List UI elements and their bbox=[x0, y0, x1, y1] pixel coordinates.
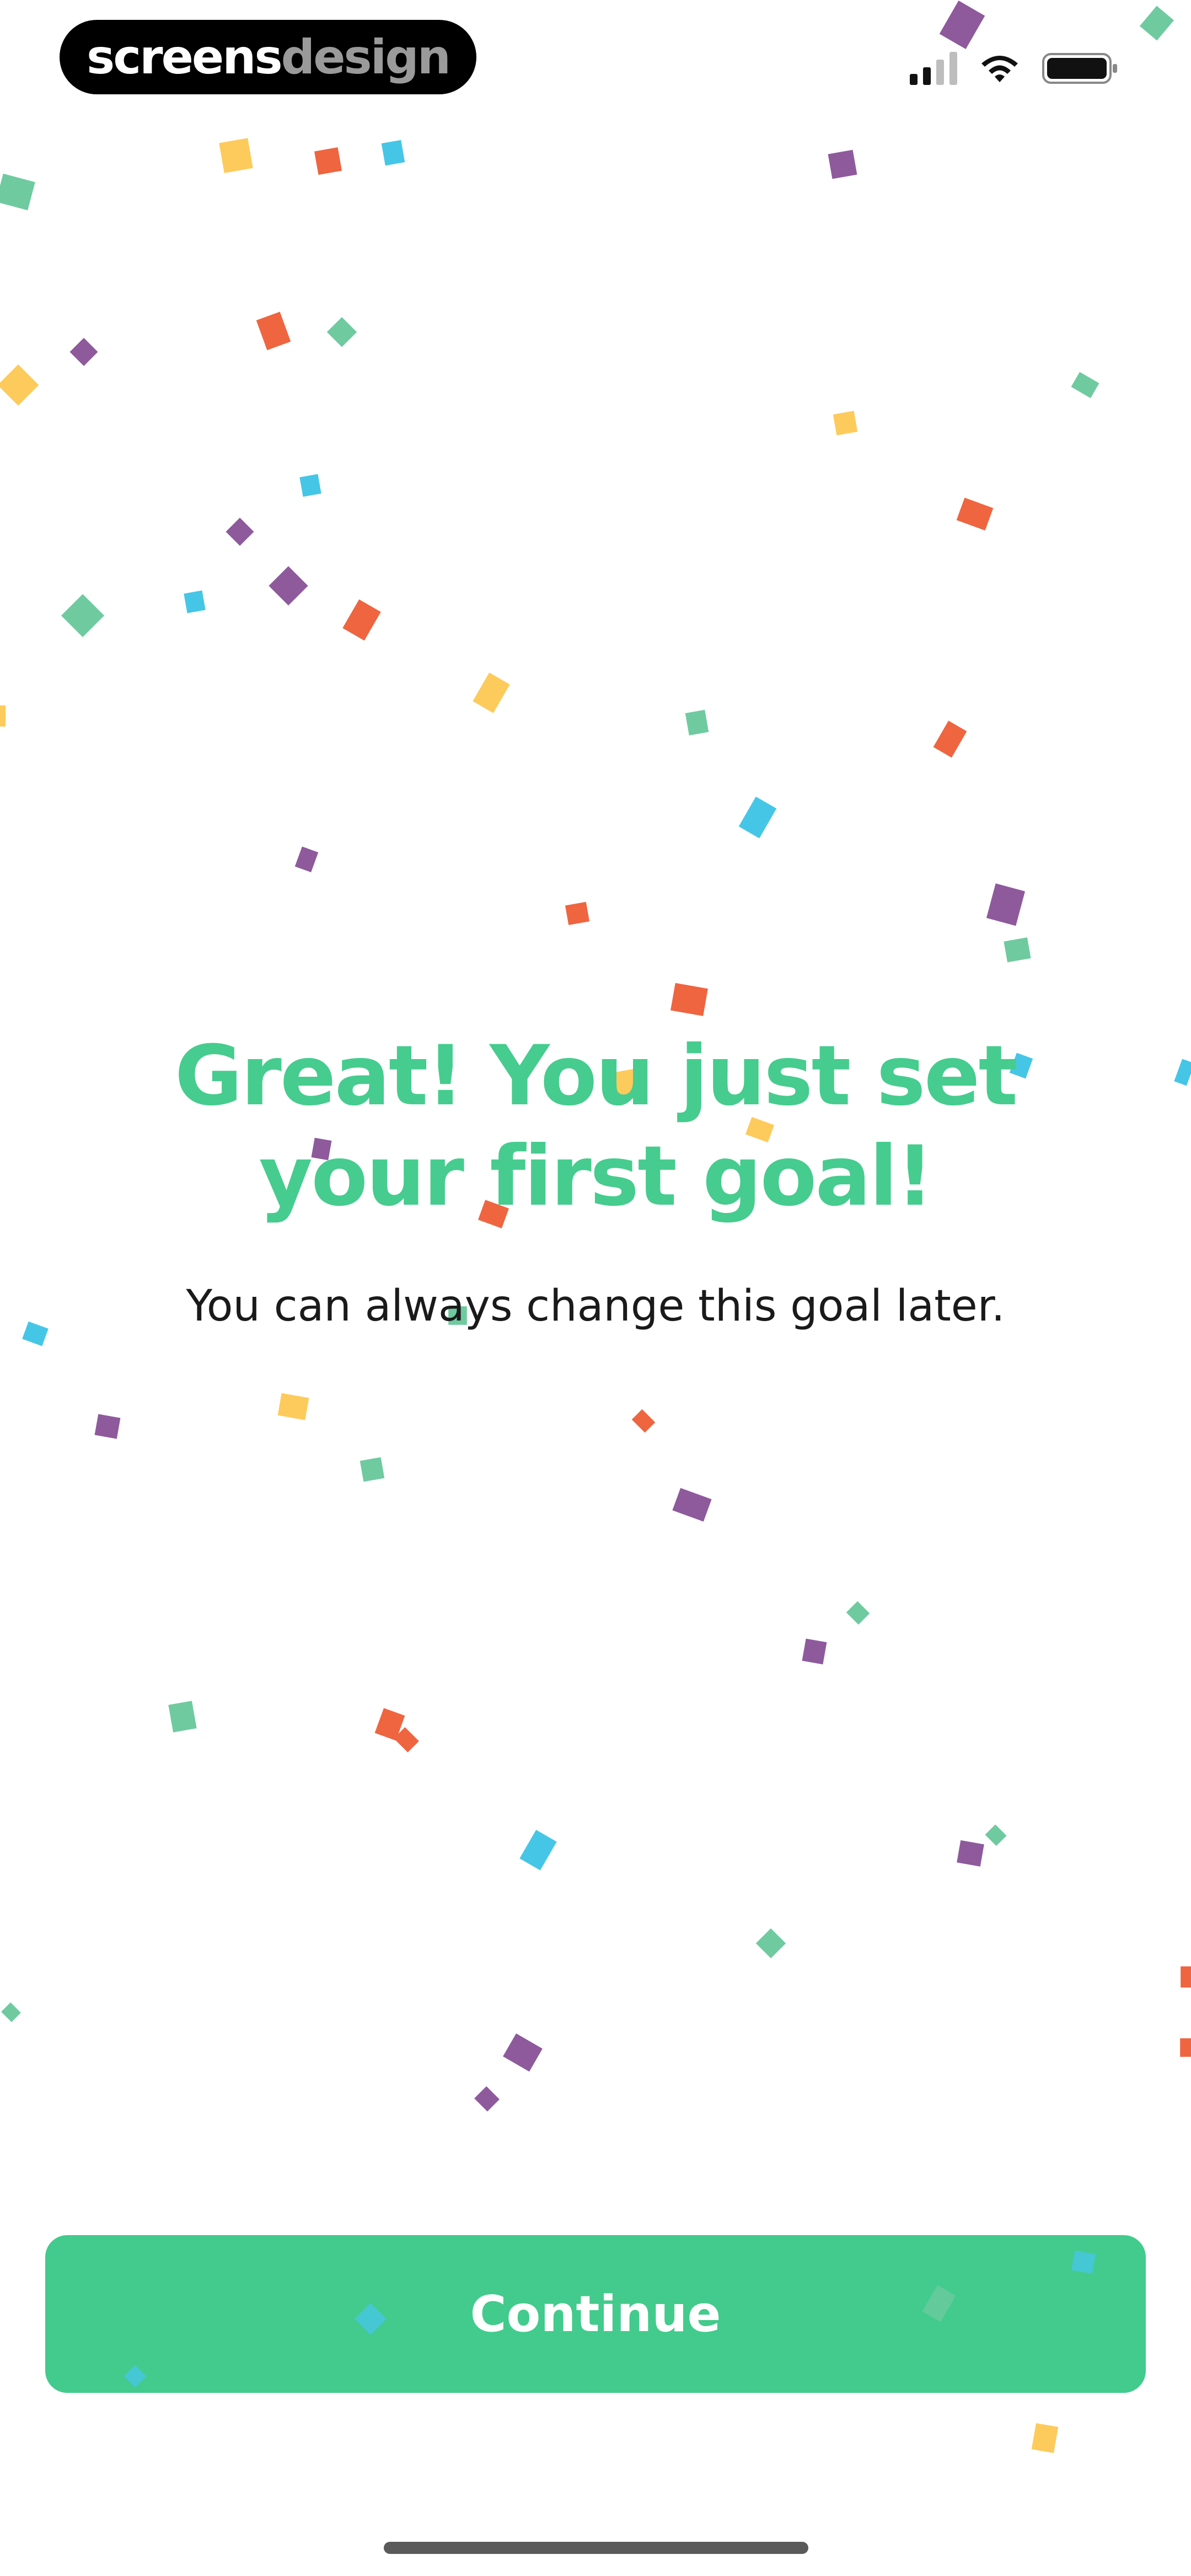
cellular-signal-icon bbox=[910, 52, 957, 85]
home-indicator bbox=[384, 2542, 808, 2554]
continue-button[interactable]: Continue bbox=[45, 2235, 1146, 2393]
battery-icon bbox=[1042, 52, 1118, 85]
headline-line-1: Great! You just set bbox=[174, 1028, 1018, 1124]
watermark-part1: screens bbox=[87, 29, 283, 85]
status-bar bbox=[910, 46, 1118, 90]
watermark-part2: design bbox=[281, 29, 451, 85]
page-title: Great! You just set your first goal! bbox=[0, 1026, 1191, 1227]
screensdesign-watermark: screens design bbox=[60, 20, 476, 94]
headline-line-2: your first goal! bbox=[259, 1129, 934, 1225]
wifi-icon bbox=[978, 52, 1021, 84]
subtitle: You can always change this goal later. bbox=[186, 1281, 1005, 1331]
confetti-pieces bbox=[0, 1, 1191, 2454]
